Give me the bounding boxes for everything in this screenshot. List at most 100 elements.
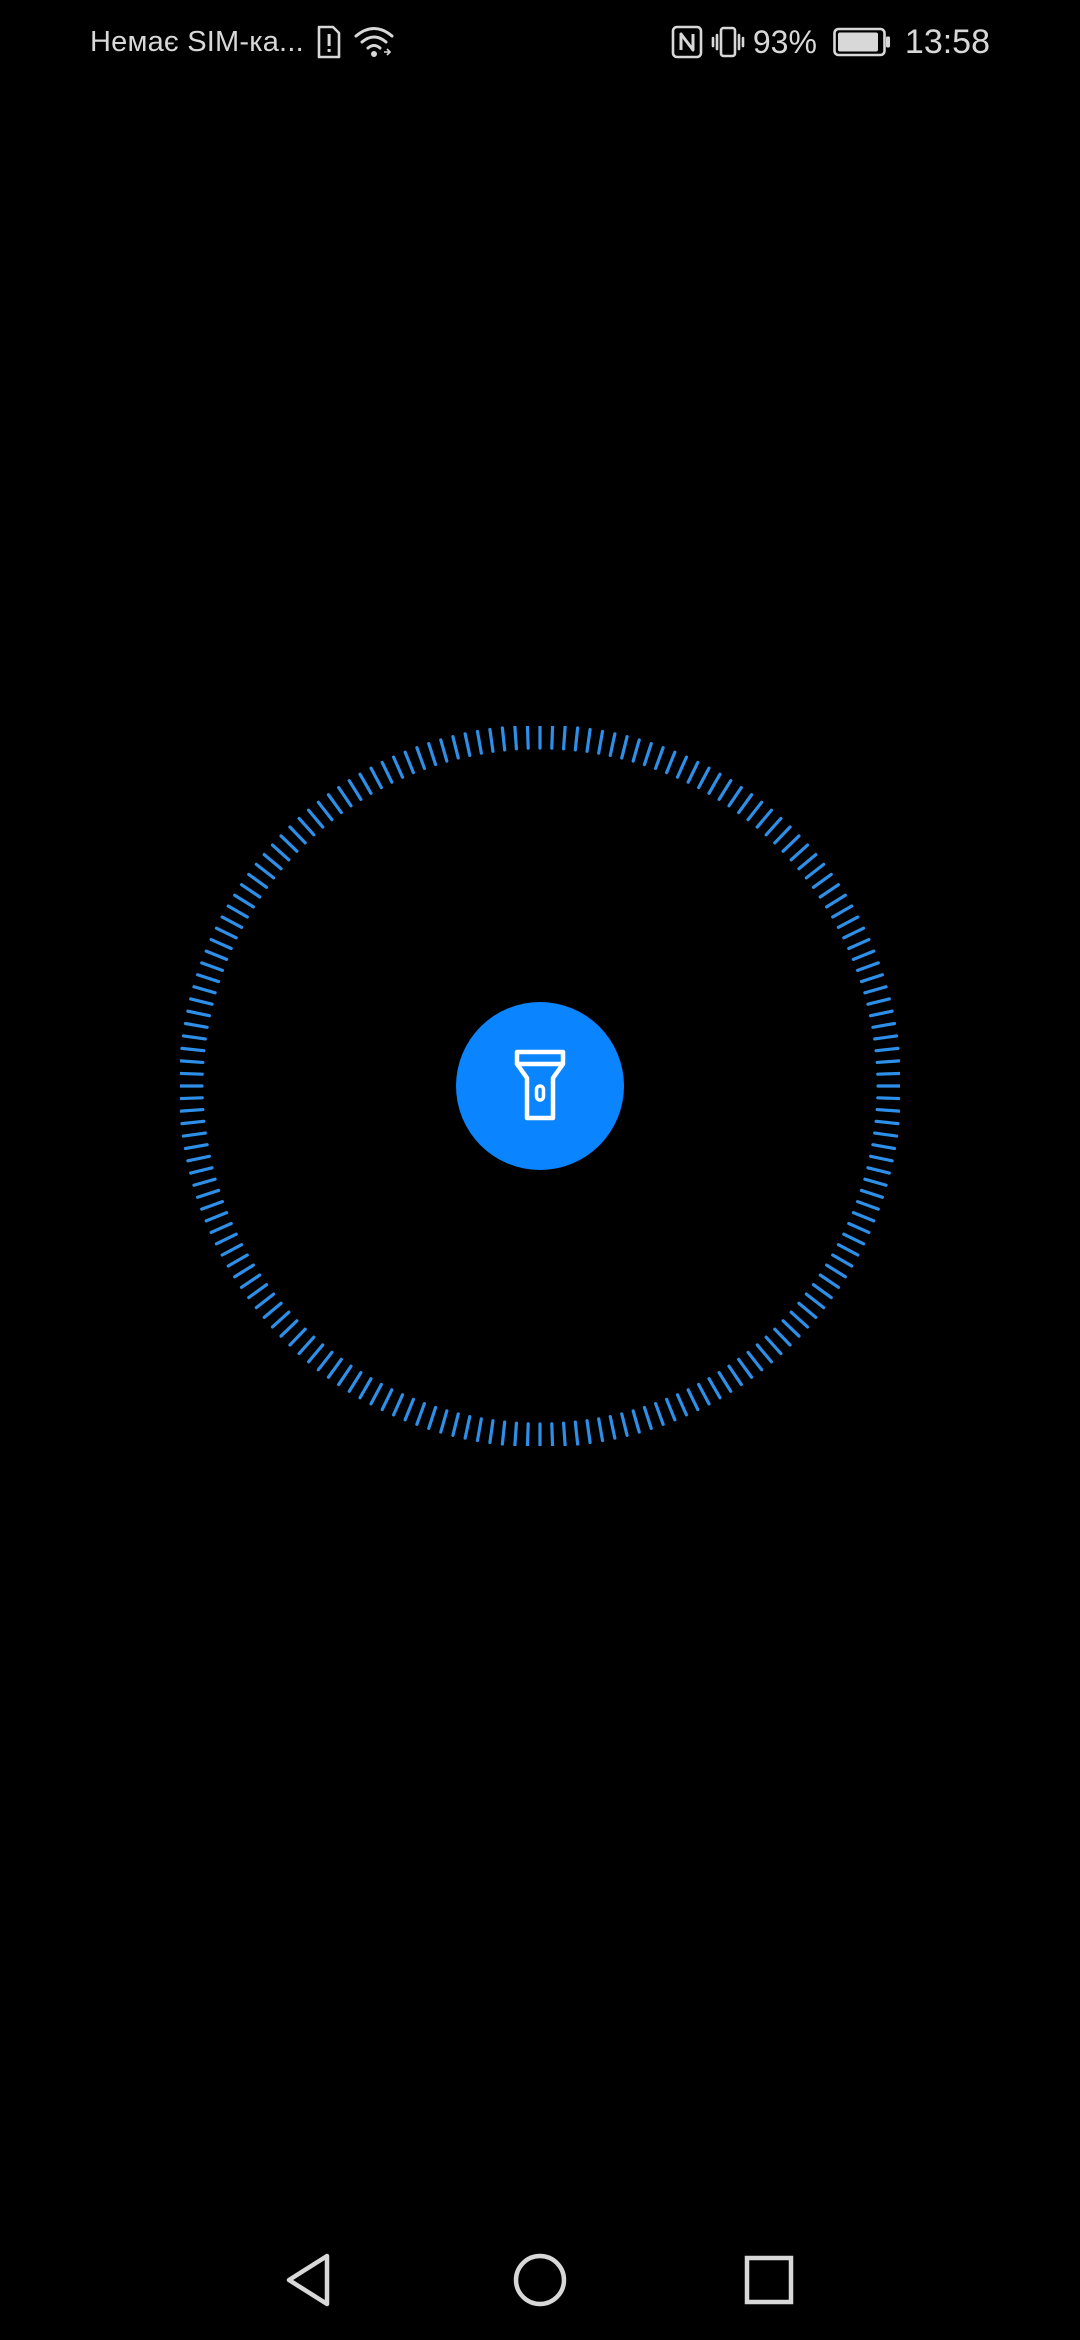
flashlight-toggle-button[interactable] <box>456 1002 624 1170</box>
dial-tick <box>358 772 373 795</box>
dial-tick <box>196 973 221 984</box>
dial-tick <box>746 1350 764 1372</box>
dial-tick <box>192 985 217 995</box>
dial-tick <box>764 1335 783 1356</box>
dial-tick <box>279 1319 299 1338</box>
dial-tick <box>270 843 291 862</box>
dial-tick <box>573 726 580 752</box>
dial-tick <box>297 816 316 837</box>
dial-tick <box>847 937 871 951</box>
dial-tick <box>773 1327 792 1347</box>
vibrate-icon <box>711 25 745 59</box>
recents-button[interactable] <box>729 2240 809 2320</box>
dial-tick <box>686 760 700 784</box>
dial-tick <box>727 785 743 808</box>
dial-tick <box>804 1292 826 1310</box>
dial-tick <box>697 766 711 790</box>
recents-icon <box>743 2254 795 2306</box>
dial-tick <box>247 1283 269 1300</box>
dial-tick <box>631 1409 641 1434</box>
dial-tick <box>181 1131 207 1138</box>
dial-tick <box>856 1200 880 1211</box>
dial-tick <box>297 1335 316 1356</box>
dial-tick <box>288 825 307 845</box>
dial-tick <box>209 937 233 951</box>
dial-tick <box>825 893 847 909</box>
dial-tick <box>836 915 860 929</box>
dial-tick <box>866 1166 891 1175</box>
wifi-icon <box>354 25 394 59</box>
dial-tick <box>804 862 826 880</box>
dial-tick <box>181 1034 207 1041</box>
dial-tick <box>427 1405 438 1430</box>
dial-tick <box>859 1188 884 1199</box>
dial-tick <box>279 834 299 853</box>
dial-tick <box>717 779 733 801</box>
dial-tick <box>358 1377 373 1400</box>
dial-tick <box>597 1417 605 1443</box>
dial-tick <box>183 1021 209 1029</box>
dial-tick <box>831 904 854 919</box>
dial-tick <box>863 1177 888 1187</box>
dial-tick <box>204 1211 229 1223</box>
dial-tick <box>380 760 394 784</box>
dial-tick <box>831 1253 854 1268</box>
dial-tick <box>764 816 783 837</box>
dial-tick <box>773 825 792 845</box>
dial-tick <box>727 1364 743 1387</box>
dial-tick <box>180 1046 206 1053</box>
dial-tick <box>513 1421 519 1446</box>
dial-tick <box>797 853 818 871</box>
home-button[interactable] <box>500 2240 580 2320</box>
dial-tick <box>585 1419 592 1445</box>
dial-tick <box>675 755 689 779</box>
dial-tick <box>347 1371 363 1393</box>
dial-tick <box>488 1419 495 1445</box>
dial-tick <box>871 1021 897 1029</box>
dial-tick <box>876 1096 900 1101</box>
dial-tick <box>475 729 483 755</box>
dial-tick <box>874 1046 900 1053</box>
dial-tick <box>475 1417 483 1443</box>
dial-tick <box>859 973 884 984</box>
dial-tick <box>347 779 363 801</box>
dial-tick <box>746 800 764 822</box>
dial-tick <box>391 1393 405 1417</box>
status-right: 93% 13:58 <box>671 18 990 66</box>
dial-tick <box>196 1188 221 1199</box>
dial-tick <box>369 1382 383 1406</box>
navigation-bar <box>0 2220 1080 2340</box>
dial-tick <box>737 793 754 815</box>
dial-tick <box>200 961 224 972</box>
home-icon <box>512 2252 568 2308</box>
dial-tick <box>233 893 255 909</box>
dial-tick <box>665 750 677 775</box>
dial-tick <box>550 726 555 750</box>
dial-tick <box>254 1292 276 1310</box>
dial-tick <box>675 1393 689 1417</box>
dial-tick <box>220 915 244 929</box>
dial-tick <box>875 1059 900 1065</box>
dial-tick <box>608 732 617 757</box>
dial-tick <box>825 1263 847 1279</box>
dial-tick <box>597 729 605 755</box>
dial-tick <box>811 872 833 889</box>
dial-tick <box>620 735 629 760</box>
back-button[interactable] <box>269 2240 349 2320</box>
dial-tick <box>707 772 722 795</box>
dial-tick <box>871 1143 897 1151</box>
carrier-text: Немає SIM-ка... <box>90 25 304 58</box>
dial-tick <box>873 1034 899 1041</box>
dial-tick <box>262 1301 283 1320</box>
dial-tick <box>439 738 449 763</box>
dial-tick <box>707 1377 722 1400</box>
flashlight-icon <box>512 1048 568 1124</box>
dial-tick <box>737 1357 754 1379</box>
dial-tick <box>697 1382 711 1406</box>
dial-tick <box>337 1364 353 1387</box>
nfc-icon <box>671 25 703 59</box>
dial-tick <box>239 883 262 899</box>
dial-tick <box>654 1402 665 1426</box>
dial-tick <box>288 1327 307 1347</box>
dial-tick <box>550 1422 555 1446</box>
